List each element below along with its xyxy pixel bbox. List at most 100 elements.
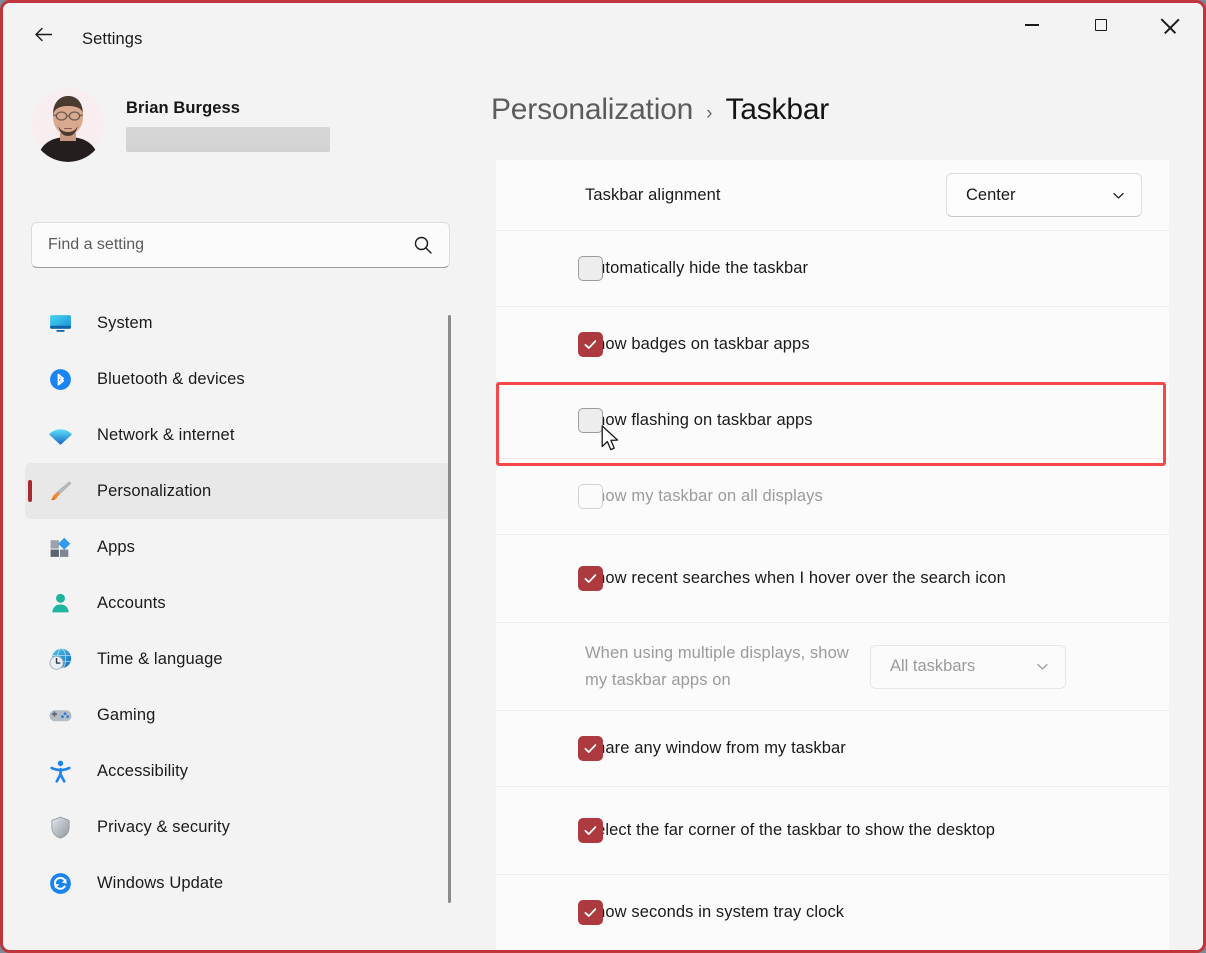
checkbox[interactable] [578, 332, 603, 357]
checkmark-icon [583, 905, 598, 920]
title-bar: Settings [3, 3, 1203, 65]
back-arrow-icon [33, 24, 54, 45]
setting-label: When using multiple displays, show my ta… [585, 640, 870, 694]
shield-icon [45, 815, 75, 840]
checkbox[interactable] [578, 818, 603, 843]
close-button[interactable] [1147, 3, 1193, 47]
setting-row[interactable]: Automatically hide the taskbar [496, 231, 1169, 307]
sidebar-item-label: Privacy & security [97, 818, 230, 837]
avatar [31, 88, 105, 162]
profile-section[interactable]: Brian Burgess [31, 88, 330, 162]
setting-label: Show badges on taskbar apps [585, 331, 1142, 358]
checkbox[interactable] [578, 256, 603, 281]
sidebar-item-privacy-security[interactable]: Privacy & security [25, 799, 450, 855]
setting-row: When using multiple displays, show my ta… [496, 623, 1169, 711]
setting-label: Automatically hide the taskbar [585, 255, 1142, 282]
checkmark-icon [583, 741, 598, 756]
breadcrumb: Personalization › Taskbar [491, 93, 829, 127]
search-icon [413, 235, 433, 255]
chevron-down-icon [1111, 188, 1126, 203]
maximize-icon [1095, 19, 1108, 32]
checkmark-icon [583, 337, 598, 352]
sidebar-item-label: Accounts [97, 594, 166, 613]
app-title: Settings [82, 30, 142, 49]
search-box[interactable] [31, 222, 450, 268]
sidebar-nav: System Bluetooth & devices Network & inter… [3, 295, 483, 953]
bluetooth-icon [45, 367, 75, 392]
sidebar-item-apps[interactable]: Apps [25, 519, 450, 575]
dropdown: All taskbars [870, 645, 1066, 689]
checkbox[interactable] [578, 900, 603, 925]
setting-row[interactable]: Show seconds in system tray clock [496, 875, 1169, 951]
setting-row[interactable]: Taskbar alignment Center [496, 160, 1169, 231]
sidebar-item-time-language[interactable]: Time & language [25, 631, 450, 687]
dropdown-value: All taskbars [890, 657, 975, 676]
close-icon [1163, 18, 1178, 33]
setting-label: Show seconds in system tray clock [585, 899, 1142, 926]
checkbox[interactable] [578, 408, 603, 433]
setting-label: Show my taskbar on all displays [585, 483, 1142, 510]
sidebar: Brian Burgess System Bluetooth & devices N… [3, 65, 483, 953]
gamepad-icon [45, 703, 75, 728]
setting-label: Select the far corner of the taskbar to … [585, 817, 1142, 844]
profile-email-redacted [126, 127, 330, 152]
sidebar-item-personalization[interactable]: Personalization [25, 463, 450, 519]
monitor-icon [45, 311, 75, 336]
sidebar-scrollbar-thumb[interactable] [448, 315, 451, 903]
wifi-icon [45, 423, 75, 448]
sidebar-item-label: Time & language [97, 650, 223, 669]
sidebar-item-label: Windows Update [97, 874, 223, 893]
settings-window: Settings [0, 0, 1206, 953]
sidebar-item-bluetooth-devices[interactable]: Bluetooth & devices [25, 351, 450, 407]
checkmark-icon [583, 571, 598, 586]
sidebar-item-label: Personalization [97, 482, 211, 501]
profile-name: Brian Burgess [126, 99, 330, 118]
breadcrumb-parent[interactable]: Personalization [491, 93, 693, 127]
breadcrumb-separator: › [706, 103, 712, 125]
setting-row: Show my taskbar on all displays [496, 459, 1169, 535]
setting-label: Show flashing on taskbar apps [585, 407, 1142, 434]
sidebar-item-network-internet[interactable]: Network & internet [25, 407, 450, 463]
checkbox[interactable] [578, 566, 603, 591]
checkbox [578, 484, 603, 509]
sidebar-item-accounts[interactable]: Accounts [25, 575, 450, 631]
maximize-button[interactable] [1078, 3, 1124, 47]
chevron-down-icon [1035, 659, 1050, 674]
person-icon [45, 591, 75, 616]
setting-label: Show recent searches when I hover over t… [585, 565, 1142, 592]
sidebar-item-accessibility[interactable]: Accessibility [25, 743, 450, 799]
chevron-down-icon [1035, 659, 1050, 674]
chevron-down-icon [1111, 188, 1126, 203]
page-title: Taskbar [725, 93, 829, 127]
paintbrush-icon [45, 479, 75, 504]
sidebar-scrollbar-track[interactable] [448, 310, 451, 953]
sidebar-item-label: System [97, 314, 153, 333]
sidebar-item-system[interactable]: System [25, 295, 450, 351]
minimize-icon [1025, 24, 1039, 26]
sidebar-item-gaming[interactable]: Gaming [25, 687, 450, 743]
sidebar-item-label: Bluetooth & devices [97, 370, 245, 389]
setting-row[interactable]: Show flashing on taskbar apps [496, 383, 1169, 459]
setting-row[interactable]: Share any window from my taskbar [496, 711, 1169, 787]
sidebar-item-label: Gaming [97, 706, 155, 725]
back-button[interactable] [25, 17, 61, 51]
search-input[interactable] [48, 236, 413, 254]
setting-label: Taskbar alignment [585, 182, 946, 209]
setting-row[interactable]: Show recent searches when I hover over t… [496, 535, 1169, 623]
sidebar-item-label: Network & internet [97, 426, 235, 445]
checkbox[interactable] [578, 736, 603, 761]
sidebar-item-label: Accessibility [97, 762, 188, 781]
setting-row[interactable]: Select the far corner of the taskbar to … [496, 787, 1169, 875]
setting-row[interactable]: Show badges on taskbar apps [496, 307, 1169, 383]
minimize-button[interactable] [1009, 3, 1055, 47]
apps-icon [45, 535, 75, 560]
accessibility-icon [45, 759, 75, 784]
checkmark-icon [583, 823, 598, 838]
sidebar-item-windows-update[interactable]: Windows Update [25, 855, 450, 911]
main-content: Personalization › Taskbar Taskbar alignm… [483, 65, 1206, 953]
sidebar-item-label: Apps [97, 538, 135, 557]
settings-list: Taskbar alignment Center Automatically hid… [496, 160, 1169, 951]
update-icon [45, 871, 75, 896]
dropdown[interactable]: Center [946, 173, 1142, 217]
dropdown-value: Center [966, 186, 1016, 205]
